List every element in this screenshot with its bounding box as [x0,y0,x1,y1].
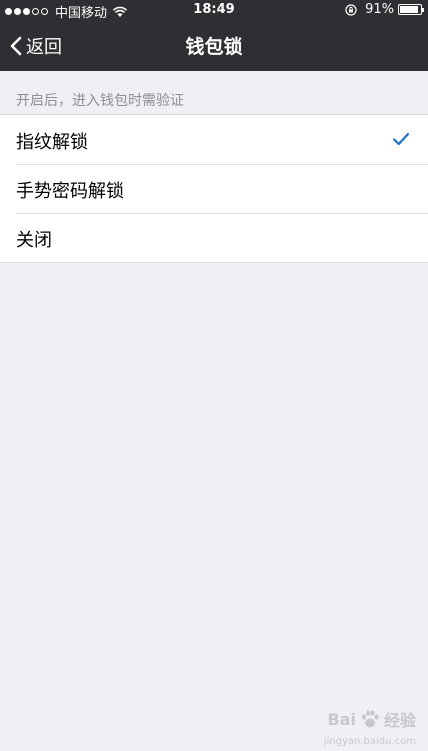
watermark-url: jingyan.baidu.com [323,736,416,747]
option-label: 关闭 [16,230,52,251]
page-title: 钱包锁 [185,36,243,58]
battery-percent: 91% [365,2,394,17]
option-label: 指纹解锁 [16,132,88,153]
navigation-bar: 返回 钱包锁 [0,20,428,71]
rotation-lock-icon [345,3,357,16]
top-bar: 中国移动 18:49 91% 返回 钱包锁 [0,0,428,71]
checkmark-icon [392,132,410,146]
watermark-logo: Bai 经验 [328,707,417,731]
status-bar: 中国移动 18:49 91% [0,0,428,21]
option-off[interactable]: 关闭 [0,213,428,262]
watermark-brand-left: Bai [327,709,356,729]
section-header: 开启后，进入钱包时需验证 [16,93,184,109]
battery-icon [398,4,424,15]
status-right: 91% [345,2,424,17]
lock-options-list: 指纹解锁 手势密码解锁 关闭 [0,114,428,263]
paw-icon [361,710,379,728]
option-fingerprint-unlock[interactable]: 指纹解锁 [0,115,428,164]
watermark-brand-right: 经验 [383,711,416,730]
battery-level [400,6,418,13]
option-gesture-password-unlock[interactable]: 手势密码解锁 [0,164,428,213]
option-label: 手势密码解锁 [16,181,124,202]
